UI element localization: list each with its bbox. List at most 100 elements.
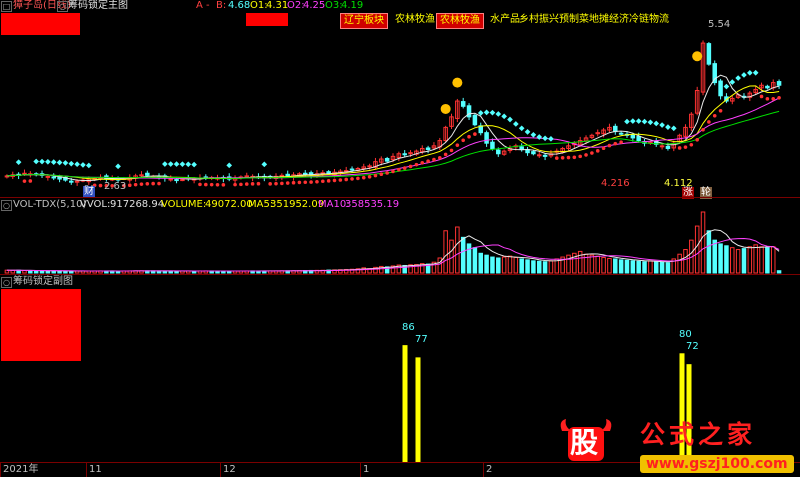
volume-bar: [472, 247, 478, 274]
candle-body: [613, 125, 618, 133]
volume-bar: [490, 256, 495, 274]
stop-dot-red: [244, 182, 249, 186]
volume-bar: [718, 243, 723, 274]
volume-bar: [659, 261, 665, 274]
volume-bar: [262, 270, 267, 274]
x-label-dec: 12: [223, 464, 236, 475]
volume-bar: [33, 270, 39, 274]
stop-dot-cyan: [624, 118, 630, 125]
candle-body: [303, 172, 308, 175]
ma5-value: 351952.09: [270, 199, 325, 210]
volume-bar: [531, 260, 536, 274]
stop-dot-red: [777, 95, 781, 100]
volume-bar: [22, 270, 27, 274]
stop-dot-cyan: [518, 125, 525, 132]
volume-bar: [186, 270, 191, 274]
stop-dot-cyan: [74, 161, 80, 168]
stop-dot-cyan: [489, 109, 496, 116]
volume-bar: [63, 270, 68, 274]
stop-dot-red: [361, 175, 366, 180]
stop-dot-red: [414, 162, 419, 167]
stop-dot-cyan: [635, 118, 642, 124]
stop-dot-red: [344, 177, 349, 182]
volume-bar: [460, 236, 466, 274]
lock-bar-label-77: 77: [415, 334, 428, 345]
volume-settings-control[interactable]: ○: [1, 200, 12, 211]
volume-bar: [396, 264, 402, 274]
volume-ma5-line: [6, 229, 780, 272]
x-tick-2021: [0, 462, 1, 477]
candle-body: [168, 178, 173, 181]
stop-dot-cyan: [115, 163, 121, 170]
volume-bar: [273, 270, 279, 274]
x-label-jan: 1: [363, 464, 370, 475]
stop-dot-cyan: [524, 129, 531, 135]
candle-body: [425, 147, 431, 151]
sub-settings-control[interactable]: ○: [1, 277, 12, 288]
volume-bar: [536, 260, 542, 274]
volume-bar: [384, 266, 390, 274]
candle-body: [496, 149, 501, 155]
candle-body: [472, 114, 478, 126]
stop-dot-red: [701, 127, 705, 132]
ma10-line: [6, 85, 780, 180]
stop-dot-red: [566, 155, 571, 160]
volume-bar: [770, 246, 776, 274]
stop-dot-red: [677, 146, 682, 150]
volume-bar: [525, 259, 530, 274]
volume-bar: [379, 265, 384, 274]
ma10-value: 358535.19: [345, 199, 400, 210]
candle-body: [665, 145, 671, 149]
stop-dot-red: [291, 180, 296, 185]
stop-dot-red: [590, 151, 594, 155]
volume-bar: [542, 261, 548, 274]
volume-bar: [501, 256, 507, 274]
site-url[interactable]: www.gszj100.com: [640, 455, 794, 473]
volume-bar: [320, 269, 326, 274]
volume-bar: [741, 248, 747, 274]
volume-bar: [226, 270, 232, 274]
stop-dot-red: [356, 176, 360, 181]
vvol-label: VVOL:: [80, 199, 111, 210]
volume-bar: [133, 270, 138, 274]
candle-body: [145, 172, 150, 176]
volume-bar: [168, 270, 173, 274]
stop-dot-red: [613, 141, 618, 146]
stop-dot-cyan: [68, 160, 75, 167]
volume-bar: [712, 239, 717, 274]
stop-dot-cyan: [548, 136, 554, 142]
volume-bar: [373, 266, 378, 274]
volume-bar: [689, 239, 694, 274]
lock-bar-label-72: 72: [686, 341, 699, 352]
stop-dot-red: [420, 161, 425, 165]
candle-body: [51, 176, 56, 179]
stop-dot-red: [712, 114, 717, 118]
volume-bar: [203, 270, 209, 274]
candle-body: [349, 168, 355, 171]
stop-dot-red: [473, 132, 477, 136]
stop-dot-red: [28, 179, 33, 183]
stop-dot-red: [467, 134, 471, 139]
volume-bar: [244, 270, 250, 274]
ma30-line: [6, 110, 780, 179]
volume-bar: [765, 247, 770, 274]
candle-body: [174, 179, 179, 182]
volume-bar: [285, 270, 290, 274]
candle-body: [531, 151, 536, 155]
volume-bar: [115, 270, 121, 274]
stop-dot-cyan: [653, 120, 660, 127]
main-price-chart: [4, 40, 782, 188]
stop-dot-cyan: [752, 69, 759, 76]
volume-bar: [519, 258, 524, 274]
volume-bar: [671, 258, 677, 274]
volume-bar: [308, 269, 314, 274]
logo-char: 股: [570, 426, 599, 459]
volume-bar: [706, 230, 712, 274]
stop-dot-red: [689, 142, 694, 147]
stop-dot-cyan: [513, 121, 519, 127]
vvol-value: 917268.94: [110, 199, 165, 210]
stop-dot-red: [771, 97, 776, 101]
candle-body: [536, 154, 542, 157]
stop-dot-cyan: [723, 83, 730, 90]
stop-dot-cyan: [15, 159, 22, 166]
